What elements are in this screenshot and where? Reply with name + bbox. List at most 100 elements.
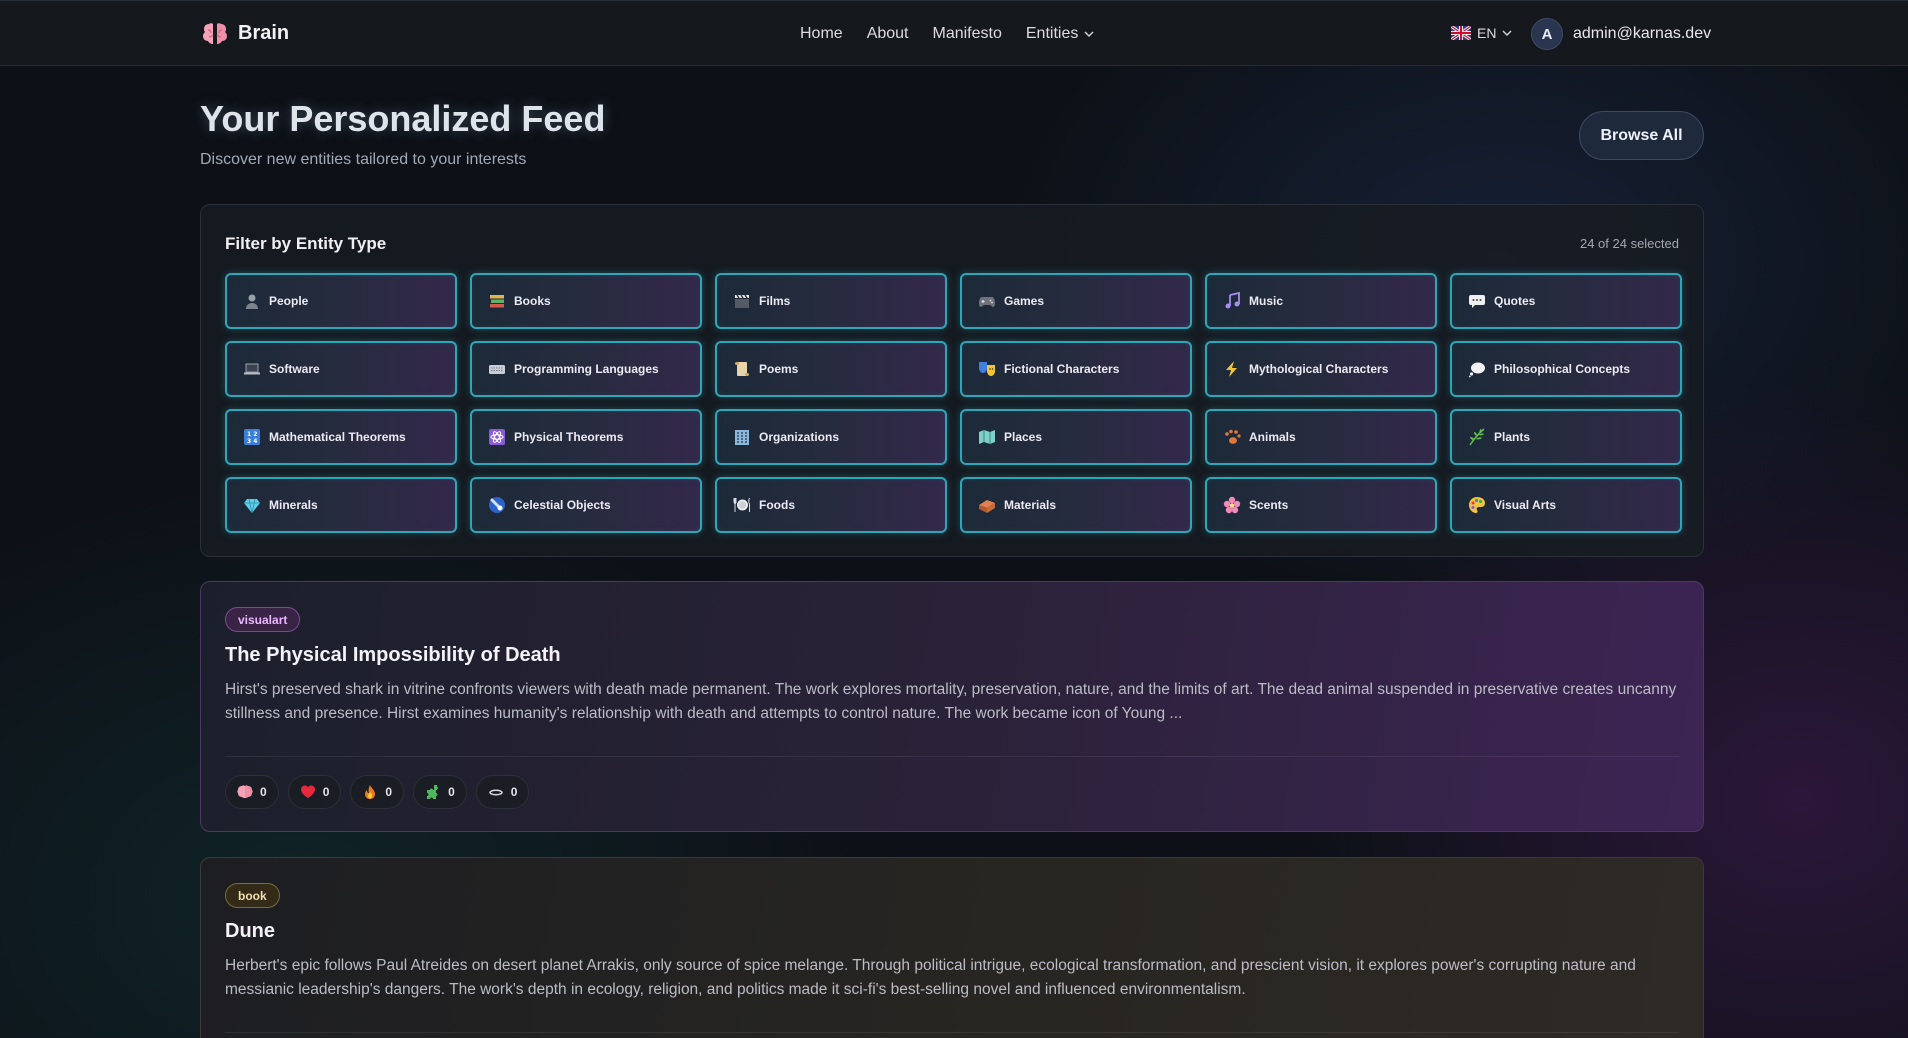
- thought-bubble-icon: [1468, 360, 1486, 378]
- filter-chip-visual-arts[interactable]: Visual Arts: [1450, 477, 1682, 533]
- filter-chip-label: Plants: [1494, 430, 1531, 444]
- reaction-count: 0: [385, 785, 393, 799]
- filter-chip-mathematical-theorems[interactable]: 1 23 4 Mathematical Theorems: [225, 409, 457, 465]
- filter-chip-philosophical-concepts[interactable]: Philosophical Concepts: [1450, 341, 1682, 397]
- reaction-count: 0: [510, 785, 518, 799]
- filter-chip-poems[interactable]: Poems: [715, 341, 947, 397]
- nav-manifesto[interactable]: Manifesto: [933, 25, 1002, 43]
- card-divider: [225, 1032, 1679, 1033]
- filter-chip-plants[interactable]: Plants: [1450, 409, 1682, 465]
- feed-card[interactable]: visualart The Physical Impossibility of …: [200, 581, 1704, 832]
- herb-icon: [1468, 428, 1486, 446]
- blossom-icon: [1223, 496, 1241, 514]
- filter-chip-physical-theorems[interactable]: Physical Theorems: [470, 409, 702, 465]
- filter-chip-label: Visual Arts: [1494, 498, 1557, 512]
- user-email: admin@karnas.dev: [1573, 25, 1712, 42]
- paw-icon: [1223, 428, 1241, 446]
- fire-icon: [365, 785, 376, 799]
- nav-about[interactable]: About: [867, 25, 909, 43]
- palette-icon: [1468, 496, 1486, 514]
- reaction-fire-button[interactable]: 0: [350, 775, 405, 809]
- language-code: EN: [1477, 25, 1497, 41]
- avatar: A: [1531, 18, 1563, 50]
- gem-icon: [243, 496, 261, 514]
- filter-chip-organizations[interactable]: Organizations: [715, 409, 947, 465]
- filter-chip-materials[interactable]: Materials: [960, 477, 1192, 533]
- main-nav: Home About Manifesto Entities: [800, 25, 1094, 43]
- building-icon: [733, 428, 751, 446]
- svg-text:3 4: 3 4: [247, 438, 257, 445]
- filter-chip-mythological-characters[interactable]: Mythological Characters: [1205, 341, 1437, 397]
- filter-chip-people[interactable]: People: [225, 273, 457, 329]
- filter-chip-label: Films: [759, 294, 791, 308]
- card-description: Herbert's epic follows Paul Atreides on …: [225, 957, 1636, 998]
- svg-text:1 2: 1 2: [247, 431, 257, 438]
- filter-chip-celestial-objects[interactable]: Celestial Objects: [470, 477, 702, 533]
- filter-chip-quotes[interactable]: Quotes: [1450, 273, 1682, 329]
- filter-chip-label: Mathematical Theorems: [269, 430, 406, 444]
- theater-masks-icon: [978, 360, 996, 378]
- scroll-icon: [733, 360, 751, 378]
- uk-flag-icon: [1451, 26, 1471, 40]
- filter-chip-label: Fictional Characters: [1004, 362, 1120, 376]
- filter-chip-label: Music: [1249, 294, 1284, 308]
- feed-card[interactable]: book Dune Herbert's epic follows Paul At…: [200, 857, 1704, 1038]
- heart-icon: [300, 785, 315, 798]
- keyboard-icon: [488, 360, 506, 378]
- nav-home[interactable]: Home: [800, 25, 843, 43]
- brand-link[interactable]: Brain: [202, 21, 289, 45]
- card-title[interactable]: The Physical Impossibility of Death: [225, 644, 561, 667]
- numbers-icon: 1 23 4: [243, 428, 261, 446]
- filter-chip-label: Poems: [759, 362, 799, 376]
- puzzle-icon: [427, 785, 439, 799]
- filter-chip-animals[interactable]: Animals: [1205, 409, 1437, 465]
- meh-icon: [489, 789, 503, 796]
- filter-chip-films[interactable]: Films: [715, 273, 947, 329]
- filter-chip-label: Mythological Characters: [1249, 362, 1389, 376]
- filter-chip-label: Physical Theorems: [514, 430, 624, 444]
- nav-entities-dropdown[interactable]: Entities: [1026, 25, 1094, 43]
- bricks-icon: [978, 496, 996, 514]
- gamepad-icon: [978, 292, 996, 310]
- language-selector[interactable]: EN: [1451, 25, 1512, 41]
- lightning-icon: [1223, 360, 1241, 378]
- filter-chip-label: People: [269, 294, 309, 308]
- filter-chip-label: Materials: [1004, 498, 1057, 512]
- reaction-meh-button[interactable]: 0: [475, 775, 530, 809]
- user-menu[interactable]: A admin@karnas.dev: [1531, 18, 1711, 50]
- filter-chip-games[interactable]: Games: [960, 273, 1192, 329]
- filter-chip-books[interactable]: Books: [470, 273, 702, 329]
- filter-chip-software[interactable]: Software: [225, 341, 457, 397]
- atom-icon: [488, 428, 506, 446]
- filter-chip-label: Animals: [1249, 430, 1296, 444]
- card-description: Hirst's preserved shark in vitrine confr…: [225, 681, 1677, 722]
- filter-title: Filter by Entity Type: [225, 234, 387, 253]
- filter-chip-scents[interactable]: Scents: [1205, 477, 1437, 533]
- reaction-brain-button[interactable]: 0: [225, 775, 279, 809]
- music-note-icon: [1223, 292, 1241, 310]
- filter-chip-foods[interactable]: Foods: [715, 477, 947, 533]
- filter-chip-programming-languages[interactable]: Programming Languages: [470, 341, 702, 397]
- chevron-down-icon: [1084, 31, 1094, 38]
- filter-chip-minerals[interactable]: Minerals: [225, 477, 457, 533]
- filter-chip-places[interactable]: Places: [960, 409, 1192, 465]
- card-title[interactable]: Dune: [225, 920, 275, 943]
- filter-chip-label: Celestial Objects: [514, 498, 611, 512]
- map-icon: [978, 428, 996, 446]
- browse-all-button[interactable]: Browse All: [1579, 111, 1704, 160]
- card-divider: [225, 756, 1679, 757]
- filter-selected-count: 24 of 24 selected: [1579, 236, 1679, 251]
- filter-chip-label: Quotes: [1494, 294, 1536, 308]
- reaction-heart-button[interactable]: 0: [287, 775, 342, 809]
- brain-icon: [203, 23, 227, 44]
- filter-chip-label: Software: [269, 362, 320, 376]
- filter-chip-music[interactable]: Music: [1205, 273, 1437, 329]
- filter-chip-label: Scents: [1249, 498, 1289, 512]
- reaction-count: 0: [260, 785, 267, 799]
- brand-name: Brain: [238, 21, 290, 44]
- reaction-puzzle-button[interactable]: 0: [413, 775, 467, 809]
- filter-chip-fictional-characters[interactable]: Fictional Characters: [960, 341, 1192, 397]
- nav-entities-label: Entities: [1025, 25, 1079, 42]
- filter-chip-label: Foods: [759, 498, 795, 512]
- chevron-down-icon: [1502, 30, 1512, 37]
